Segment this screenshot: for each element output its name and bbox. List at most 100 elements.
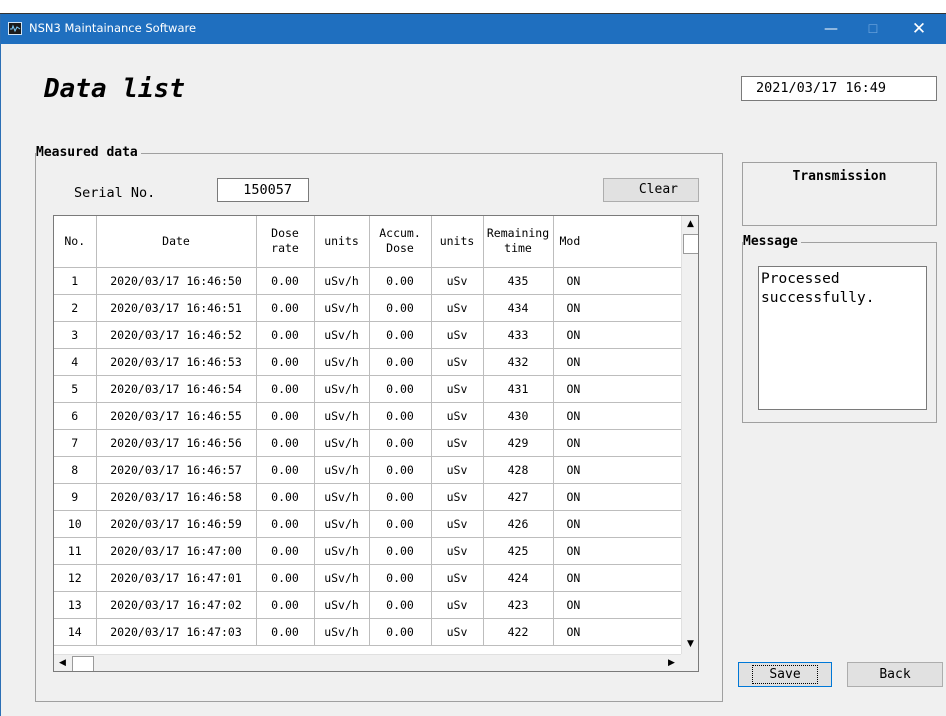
cell-remaining-time: 429 (483, 429, 554, 457)
cell-remaining-time: 422 (483, 618, 554, 646)
cell-units-2: uSv (431, 510, 484, 538)
table-row[interactable]: 4 2020/03/17 16:46:53 0.00 uSv/h 0.00 uSv 432 O… (54, 348, 694, 376)
table-row[interactable]: 1 2020/03/17 16:46:50 0.00 uSv/h 0.00 uSv 435 O… (54, 267, 694, 295)
cell-dose-rate: 0.00 (256, 348, 315, 376)
cell-units-2: uSv (431, 564, 484, 592)
cell-dose-rate: 0.00 (256, 510, 315, 538)
cell-accum-dose: 0.00 (369, 564, 432, 592)
table-header-row: No. Date Dose rate units Accum. Dose units… (54, 216, 694, 268)
cell-mode: ON (553, 564, 694, 592)
cell-accum-dose: 0.00 (369, 375, 432, 403)
data-table: No. Date Dose rate units Accum. Dose units… (54, 216, 694, 646)
serial-number-field[interactable]: 150057 (217, 178, 309, 202)
maximize-button[interactable]: ☐ (853, 14, 893, 44)
table-row[interactable]: 6 2020/03/17 16:46:55 0.00 uSv/h 0.00 uSv 430 O… (54, 402, 694, 430)
cell-units: uSv/h (314, 510, 370, 538)
app-window: NSN3 Maintainance Software — ☐ ✕ Data li… (0, 14, 946, 716)
serial-number-label: Serial No. (74, 185, 156, 201)
cell-units-2: uSv (431, 267, 484, 295)
horizontal-scrollbar[interactable]: ◀ ▶ (54, 654, 681, 671)
table-row[interactable]: 14 2020/03/17 16:47:03 0.00 uSv/h 0.00 uSv 422… (54, 618, 694, 646)
cell-remaining-time: 427 (483, 483, 554, 511)
cell-no: 12 (54, 564, 97, 592)
cell-dose-rate: 0.00 (256, 267, 315, 295)
cell-date: 2020/03/17 16:47:03 (96, 618, 257, 646)
cell-no: 6 (54, 402, 97, 430)
close-button[interactable]: ✕ (899, 14, 939, 44)
table-row[interactable]: 10 2020/03/17 16:46:59 0.00 uSv/h 0.00 uSv 426… (54, 510, 694, 538)
horizontal-scroll-thumb[interactable] (72, 656, 94, 671)
column-header-no[interactable]: No. (54, 216, 97, 268)
cell-units: uSv/h (314, 294, 370, 322)
column-header-remaining-time[interactable]: Remaining time (483, 216, 554, 268)
table-row[interactable]: 9 2020/03/17 16:46:58 0.00 uSv/h 0.00 uSv 427 O… (54, 483, 694, 511)
cell-date: 2020/03/17 16:46:56 (96, 429, 257, 457)
cell-mode: ON (553, 321, 694, 349)
cell-units-2: uSv (431, 537, 484, 565)
cell-units: uSv/h (314, 348, 370, 376)
cell-dose-rate: 0.00 (256, 456, 315, 484)
cell-units-2: uSv (431, 294, 484, 322)
cell-units-2: uSv (431, 429, 484, 457)
table-row[interactable]: 2 2020/03/17 16:46:51 0.00 uSv/h 0.00 uSv 434 O… (54, 294, 694, 322)
clear-button[interactable]: Clear (603, 178, 699, 202)
minimize-button[interactable]: — (811, 14, 851, 44)
cell-mode: ON (553, 456, 694, 484)
scroll-left-icon[interactable]: ◀ (54, 655, 71, 671)
cell-no: 13 (54, 591, 97, 619)
column-header-units-2[interactable]: units (431, 216, 484, 268)
cell-units: uSv/h (314, 591, 370, 619)
column-header-accum-dose[interactable]: Accum. Dose (369, 216, 432, 268)
table-row[interactable]: 11 2020/03/17 16:47:00 0.00 uSv/h 0.00 uSv 425… (54, 537, 694, 565)
cell-accum-dose: 0.00 (369, 402, 432, 430)
table-row[interactable]: 13 2020/03/17 16:47:02 0.00 uSv/h 0.00 uSv 423… (54, 591, 694, 619)
table-row[interactable]: 7 2020/03/17 16:46:56 0.00 uSv/h 0.00 uSv 429 O… (54, 429, 694, 457)
save-button[interactable]: Save (738, 662, 832, 687)
cell-accum-dose: 0.00 (369, 483, 432, 511)
column-header-mode[interactable]: Mod (553, 216, 694, 268)
table-row[interactable]: 12 2020/03/17 16:47:01 0.00 uSv/h 0.00 uSv 424… (54, 564, 694, 592)
cell-date: 2020/03/17 16:46:50 (96, 267, 257, 295)
vertical-scroll-thumb[interactable] (683, 234, 698, 254)
vertical-scrollbar[interactable]: ▲ ▼ (681, 216, 698, 654)
cell-dose-rate: 0.00 (256, 618, 315, 646)
scrollbar-corner (681, 654, 698, 671)
cell-remaining-time: 425 (483, 537, 554, 565)
cell-no: 3 (54, 321, 97, 349)
cell-mode: ON (553, 537, 694, 565)
title-bar[interactable]: NSN3 Maintainance Software — ☐ ✕ (1, 14, 946, 44)
cell-date: 2020/03/17 16:47:00 (96, 537, 257, 565)
cell-remaining-time: 430 (483, 402, 554, 430)
cell-mode: ON (553, 591, 694, 619)
column-header-date[interactable]: Date (96, 216, 257, 268)
scroll-right-icon[interactable]: ▶ (663, 655, 680, 671)
cell-dose-rate: 0.00 (256, 402, 315, 430)
message-label: Message (743, 234, 801, 249)
cell-remaining-time: 435 (483, 267, 554, 295)
table-row[interactable]: 3 2020/03/17 16:46:52 0.00 uSv/h 0.00 uSv 433 O… (54, 321, 694, 349)
cell-units: uSv/h (314, 321, 370, 349)
cell-no: 14 (54, 618, 97, 646)
datetime-display: 2021/03/17 16:49 (741, 76, 937, 101)
column-header-units[interactable]: units (314, 216, 370, 268)
cell-units-2: uSv (431, 348, 484, 376)
column-header-dose-rate[interactable]: Dose rate (256, 216, 315, 268)
message-box[interactable]: Processed successfully. (758, 266, 927, 410)
scroll-up-icon[interactable]: ▲ (682, 216, 698, 233)
cell-date: 2020/03/17 16:47:02 (96, 591, 257, 619)
cell-units-2: uSv (431, 321, 484, 349)
transmission-panel: Transmission (742, 162, 937, 226)
cell-units: uSv/h (314, 402, 370, 430)
screen-top-strip (0, 0, 946, 14)
cell-units: uSv/h (314, 564, 370, 592)
table-row[interactable]: 5 2020/03/17 16:46:54 0.00 uSv/h 0.00 uSv 431 O… (54, 375, 694, 403)
scroll-down-icon[interactable]: ▼ (682, 636, 698, 653)
cell-accum-dose: 0.00 (369, 591, 432, 619)
data-grid[interactable]: No. Date Dose rate units Accum. Dose units… (53, 215, 699, 672)
cell-no: 1 (54, 267, 97, 295)
cell-no: 8 (54, 456, 97, 484)
cell-date: 2020/03/17 16:46:55 (96, 402, 257, 430)
cell-date: 2020/03/17 16:46:52 (96, 321, 257, 349)
table-row[interactable]: 8 2020/03/17 16:46:57 0.00 uSv/h 0.00 uSv 428 O… (54, 456, 694, 484)
back-button[interactable]: Back (847, 662, 943, 687)
